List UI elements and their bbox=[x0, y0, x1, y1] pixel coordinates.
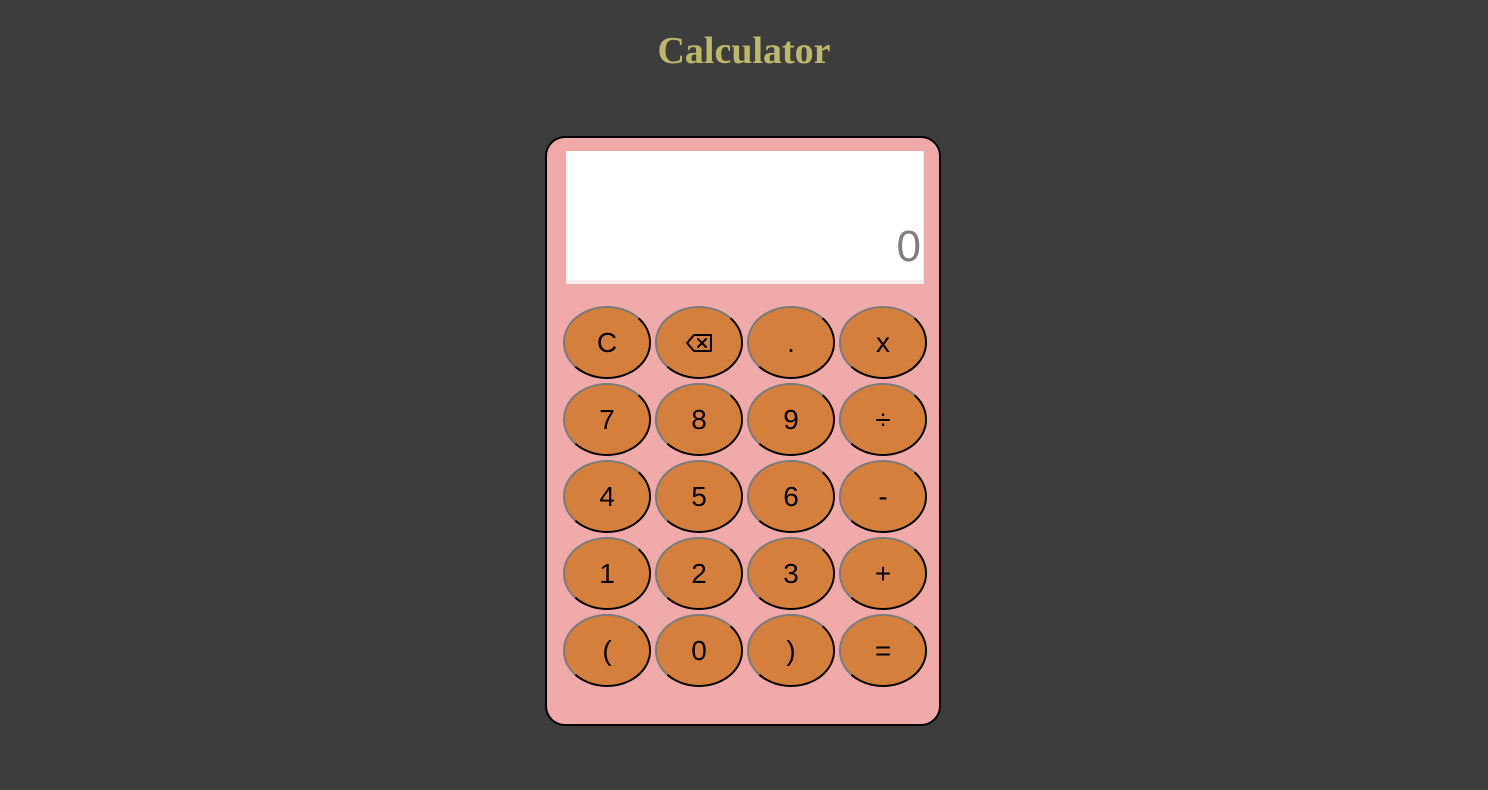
multiply-button[interactable]: x bbox=[839, 306, 927, 379]
calculator: 0 C . x 7 8 9 ÷ 4 5 6 - 1 2 3 + ( 0 ) = bbox=[545, 136, 941, 726]
keypad: C . x 7 8 9 ÷ 4 5 6 - 1 2 3 + ( 0 ) = bbox=[563, 306, 929, 687]
backspace-icon bbox=[685, 333, 713, 353]
close-paren-button[interactable]: ) bbox=[747, 614, 835, 687]
digit-2-button[interactable]: 2 bbox=[655, 537, 743, 610]
digit-8-button[interactable]: 8 bbox=[655, 383, 743, 456]
digit-7-button[interactable]: 7 bbox=[563, 383, 651, 456]
open-paren-button[interactable]: ( bbox=[563, 614, 651, 687]
subtract-button[interactable]: - bbox=[839, 460, 927, 533]
digit-0-button[interactable]: 0 bbox=[655, 614, 743, 687]
digit-1-button[interactable]: 1 bbox=[563, 537, 651, 610]
page-title: Calculator bbox=[657, 30, 831, 72]
digit-5-button[interactable]: 5 bbox=[655, 460, 743, 533]
divide-button[interactable]: ÷ bbox=[839, 383, 927, 456]
calculator-display: 0 bbox=[566, 151, 924, 284]
equals-button[interactable]: = bbox=[839, 614, 927, 687]
digit-6-button[interactable]: 6 bbox=[747, 460, 835, 533]
clear-button[interactable]: C bbox=[563, 306, 651, 379]
digit-3-button[interactable]: 3 bbox=[747, 537, 835, 610]
backspace-button[interactable] bbox=[655, 306, 743, 379]
decimal-button[interactable]: . bbox=[747, 306, 835, 379]
digit-4-button[interactable]: 4 bbox=[563, 460, 651, 533]
display-value: 0 bbox=[896, 222, 921, 271]
digit-9-button[interactable]: 9 bbox=[747, 383, 835, 456]
add-button[interactable]: + bbox=[839, 537, 927, 610]
